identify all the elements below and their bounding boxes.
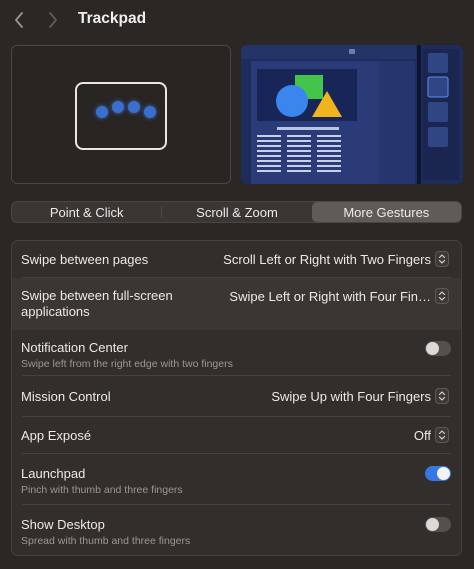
up-down-chevron-icon xyxy=(435,251,449,267)
page-title: Trackpad xyxy=(78,10,147,27)
row-show-desktop: Show Desktop Spread with thumb and three… xyxy=(12,505,461,555)
back-button[interactable] xyxy=(9,9,29,31)
row-launchpad: Launchpad Pinch with thumb and three fin… xyxy=(12,454,461,505)
forward-button[interactable] xyxy=(43,9,63,31)
row-title: Show Desktop xyxy=(21,517,105,532)
chevron-right-icon xyxy=(49,12,57,28)
finger-dot xyxy=(112,101,124,113)
tab-label: More Gestures xyxy=(343,204,430,220)
settings-window: Trackpad Point & Click Scroll & Zoom Mor… xyxy=(0,0,474,569)
row-swipe-between-pages: Swipe between pages Scroll Left or Right… xyxy=(12,241,461,278)
row-app-expose: App Exposé Off xyxy=(12,417,461,454)
gesture-preview-screen xyxy=(241,45,463,184)
row-notification-center: Notification Center Swipe left from the … xyxy=(12,330,461,376)
row-subtitle: Swipe left from the right edge with two … xyxy=(21,358,233,370)
app-expose-popup[interactable]: Off xyxy=(414,427,449,443)
row-title: Mission Control xyxy=(21,389,111,404)
toolbar: Trackpad xyxy=(0,0,474,40)
screen-illustration xyxy=(241,45,463,184)
finger-dot xyxy=(96,106,108,118)
up-down-chevron-icon xyxy=(435,427,449,443)
finger-dot xyxy=(144,106,156,118)
chevron-left-icon xyxy=(15,12,23,28)
notification-center-toggle[interactable] xyxy=(425,341,451,356)
gesture-preview-trackpad xyxy=(11,45,231,184)
trackpad-illustration xyxy=(75,82,167,150)
tab-label: Scroll & Zoom xyxy=(196,204,278,220)
row-title: App Exposé xyxy=(21,428,92,443)
toggle-knob xyxy=(426,518,439,531)
row-title-line1: Swipe between full-screen xyxy=(21,288,173,303)
row-title: Notification Center xyxy=(21,340,128,355)
row-title-line2: applications xyxy=(21,304,90,319)
show-desktop-toggle[interactable] xyxy=(425,517,451,532)
popup-value: Scroll Left or Right with Two Fingers xyxy=(223,251,431,267)
tab-bar: Point & Click Scroll & Zoom More Gesture… xyxy=(11,201,462,223)
row-mission-control: Mission Control Swipe Up with Four Finge… xyxy=(12,376,461,417)
gesture-settings-list: Swipe between pages Scroll Left or Right… xyxy=(11,240,462,556)
row-subtitle: Pinch with thumb and three fingers xyxy=(21,484,183,496)
popup-value: Swipe Up with Four Fingers xyxy=(271,388,431,404)
finger-dot xyxy=(128,101,140,113)
tab-more-gestures[interactable]: More Gestures xyxy=(311,202,461,222)
toggle-knob xyxy=(426,342,439,355)
popup-value: Off xyxy=(413,427,431,443)
row-subtitle: Spread with thumb and three fingers xyxy=(21,535,191,547)
swipe-pages-popup[interactable]: Scroll Left or Right with Two Fingers xyxy=(223,251,449,267)
toggle-knob xyxy=(437,467,450,480)
row-title: Launchpad xyxy=(21,466,86,481)
row-title: Swipe between pages xyxy=(21,252,149,267)
swipe-fullscreen-popup[interactable]: Swipe Left or Right with Four Fin… xyxy=(229,288,449,304)
tab-label: Point & Click xyxy=(49,204,124,220)
launchpad-toggle[interactable] xyxy=(425,466,451,481)
row-swipe-between-fullscreen: Swipe between full-screen applications S… xyxy=(12,278,461,330)
row-title: Swipe between full-screen applications xyxy=(21,288,173,320)
up-down-chevron-icon xyxy=(435,388,449,404)
popup-value: Swipe Left or Right with Four Fin… xyxy=(229,288,431,304)
tab-point-click[interactable]: Point & Click xyxy=(12,202,161,222)
up-down-chevron-icon xyxy=(435,288,449,304)
tab-scroll-zoom[interactable]: Scroll & Zoom xyxy=(162,202,311,222)
mission-control-popup[interactable]: Swipe Up with Four Fingers xyxy=(271,388,449,404)
